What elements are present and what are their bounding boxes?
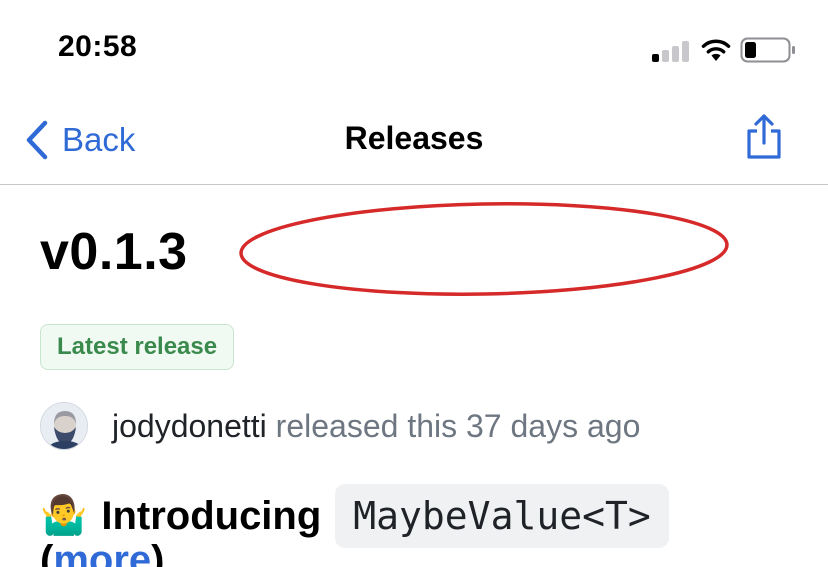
more-prefix: ( — [40, 538, 54, 567]
page-title: Releases — [344, 120, 484, 156]
battery-icon — [740, 37, 795, 63]
releases-screen: 20:58 Back Releases v0.1.3 Latest releas… — [0, 0, 828, 567]
intro-label: Introducing — [101, 493, 322, 538]
inline-code: MaybeValue<T> — [335, 484, 669, 548]
release-version-title: v0.1.3 — [40, 223, 188, 281]
more-suffix: ) — [151, 538, 165, 567]
author-name-link[interactable]: jodydonetti — [112, 408, 267, 444]
release-date-text: released this 37 days ago — [275, 407, 641, 444]
nav-divider — [0, 184, 828, 185]
avatar-image — [41, 403, 87, 449]
shrug-emoji-icon: 🤷‍♂️ — [40, 495, 88, 537]
more-line: (more) — [40, 538, 164, 567]
wifi-icon — [701, 39, 731, 61]
share-icon[interactable] — [744, 114, 784, 160]
status-time: 20:58 — [58, 30, 138, 63]
red-ellipse-annotation — [239, 202, 729, 296]
author-avatar[interactable] — [40, 402, 88, 450]
release-author-row: jodydonetti released this 37 days ago — [40, 402, 640, 450]
latest-release-badge: Latest release — [40, 324, 235, 370]
more-link[interactable]: more — [53, 538, 151, 567]
author-line: jodydonetti released this 37 days ago — [112, 408, 640, 445]
cellular-signal-icon — [652, 40, 690, 62]
